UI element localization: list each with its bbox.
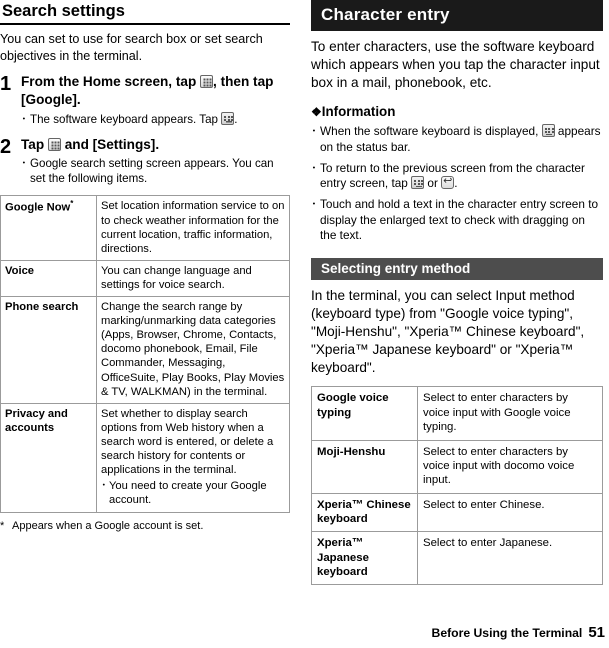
step-2-bullet: ･ Google search setting screen appears. … (21, 156, 290, 186)
search-settings-intro: You can set to use for search box or set… (0, 31, 263, 63)
info-b2-middle: or (424, 176, 442, 191)
table-cell-value: Set whether to display search options fr… (96, 402, 290, 513)
bullet-dot-icon: ･ (21, 112, 27, 126)
keyboard-icon (221, 111, 235, 125)
step-2-body: Tap and [Settings]. ･ Google search sett… (21, 136, 290, 187)
step-2: 2 Tap and [Settings]. ･ Google search se… (0, 136, 290, 187)
info-b1-before: When the software keyboard is displayed, (320, 124, 542, 139)
bullet-dot-icon: ･ (21, 157, 27, 171)
step-1-number: 1 (0, 73, 12, 96)
table-cell-key: Privacy and accounts (0, 402, 97, 513)
bullet-dot-icon: ･ (101, 480, 107, 493)
table-value-text: Set whether to display search options fr… (101, 407, 274, 477)
step-1-body: From the Home screen, tap , then tap [Go… (21, 73, 290, 126)
step-1-bullet: ･ The software keyboard appears. Tap . (21, 111, 290, 127)
table-cell-value: Select to enter Chinese. (417, 492, 603, 533)
step-2-bullet-text: Google search setting screen appears. Yo… (30, 157, 274, 186)
section-heading-search-settings: Search settings (0, 0, 290, 25)
table-cell-value: Set location information service to on t… (96, 195, 290, 261)
step-1-bullet-text-after: . (234, 112, 238, 126)
subsection-selecting-entry-method: Selecting entry method (311, 258, 603, 281)
information-heading: ❖Information (311, 104, 603, 119)
table-cell-key: Xperia™ Japanese keyboard (311, 531, 418, 586)
footer-page-number: 51 (588, 624, 605, 641)
table-cell-key: Phone search (0, 296, 97, 404)
information-heading-text: Information (321, 104, 396, 120)
table-cell-key: Xperia™ Chinese keyboard (311, 492, 418, 533)
search-settings-table: Google Now* Set location information ser… (0, 195, 290, 513)
selecting-entry-method-body: In the terminal, you can select Input me… (311, 288, 585, 376)
table-cell-value: You can change language and settings for… (96, 259, 290, 298)
footnote-marker: * (0, 519, 5, 532)
table-key-footnote-marker: * (70, 199, 74, 209)
footnote-text: Appears when a Google account is set. (12, 519, 204, 532)
table-key-text: Google Now (5, 202, 71, 215)
information-bullet-2-text: To return to the previous screen from th… (320, 161, 603, 192)
info-b2-after: . (454, 176, 458, 191)
step-1-bullet-text: The software keyboard appears. Tap . (30, 111, 238, 127)
table-cell-value: Select to enter characters by voice inpu… (417, 439, 603, 494)
bullet-dot-icon: ･ (311, 196, 317, 211)
left-column: Search settings You can set to use for s… (0, 0, 290, 533)
menu-dots-icon (47, 137, 61, 151)
bullet-dot-icon: ･ (311, 124, 317, 139)
footnote: * Appears when a Google account is set. (0, 520, 290, 534)
entry-method-table: Google voice typing Select to enter char… (311, 386, 603, 586)
step-1-title-part1: From the Home screen, tap (21, 74, 201, 90)
step-1-bullet-text-before: The software keyboard appears. Tap (30, 112, 222, 126)
right-column: Character entry To enter characters, use… (311, 0, 603, 586)
step-2-title: Tap and [Settings]. (21, 136, 290, 154)
flower-bullet-icon: ❖ (311, 105, 322, 120)
information-bullet-1-text: When the software keyboard is displayed,… (320, 124, 603, 155)
character-entry-intro: To enter characters, use the software ke… (311, 39, 600, 91)
table-row: Google Now* Set location information ser… (0, 195, 290, 261)
step-2-title-part1: Tap (21, 136, 48, 152)
table-value-sub-text: You need to create your Google account. (109, 480, 267, 507)
table-row: Google voice typing Select to enter char… (311, 386, 603, 441)
keyboard-hide-icon (411, 176, 425, 190)
table-row: Moji-Henshu Select to enter characters b… (311, 439, 603, 494)
keyboard-status-icon (541, 124, 555, 138)
step-1: 1 From the Home screen, tap , then tap [… (0, 73, 290, 126)
table-cell-value: Change the search range by marking/unmar… (96, 296, 290, 404)
table-row: Voice You can change language and settin… (0, 259, 290, 298)
footer-section-label: Before Using the Terminal (431, 626, 583, 640)
table-row: Privacy and accounts Set whether to disp… (0, 402, 290, 513)
page-footer: Before Using the Terminal 51 (0, 624, 609, 642)
table-cell-value: Select to enter Japanese. (417, 531, 603, 586)
table-row: Xperia™ Japanese keyboard Select to ente… (311, 531, 603, 586)
table-cell-key: Google Now* (0, 195, 97, 261)
information-bullet-2: ･ To return to the previous screen from … (311, 161, 603, 192)
table-cell-value: Select to enter characters by voice inpu… (417, 386, 603, 441)
bullet-dot-icon: ･ (311, 160, 317, 175)
apps-grid-icon (200, 75, 214, 89)
information-bullet-1: ･ When the software keyboard is displaye… (311, 124, 603, 155)
table-row: Phone search Change the search range by … (0, 296, 290, 404)
table-row: Xperia™ Chinese keyboard Select to enter… (311, 492, 603, 533)
table-value-sub-bullet: ･ You need to create your Google account… (101, 479, 285, 507)
section-title-character-entry: Character entry (311, 0, 603, 31)
table-cell-key: Google voice typing (311, 386, 418, 441)
information-bullet-3-text: Touch and hold a text in the character e… (320, 196, 599, 243)
table-cell-key: Voice (0, 259, 97, 298)
back-arrow-icon (441, 175, 455, 190)
step-2-number: 2 (0, 135, 12, 158)
table-cell-key: Moji-Henshu (311, 439, 418, 494)
step-1-title: From the Home screen, tap , then tap [Go… (21, 73, 290, 108)
information-bullet-3: ･ Touch and hold a text in the character… (311, 197, 603, 244)
document-page: Search settings You can set to use for s… (0, 0, 609, 648)
step-2-title-part2: and [Settings]. (60, 136, 160, 152)
